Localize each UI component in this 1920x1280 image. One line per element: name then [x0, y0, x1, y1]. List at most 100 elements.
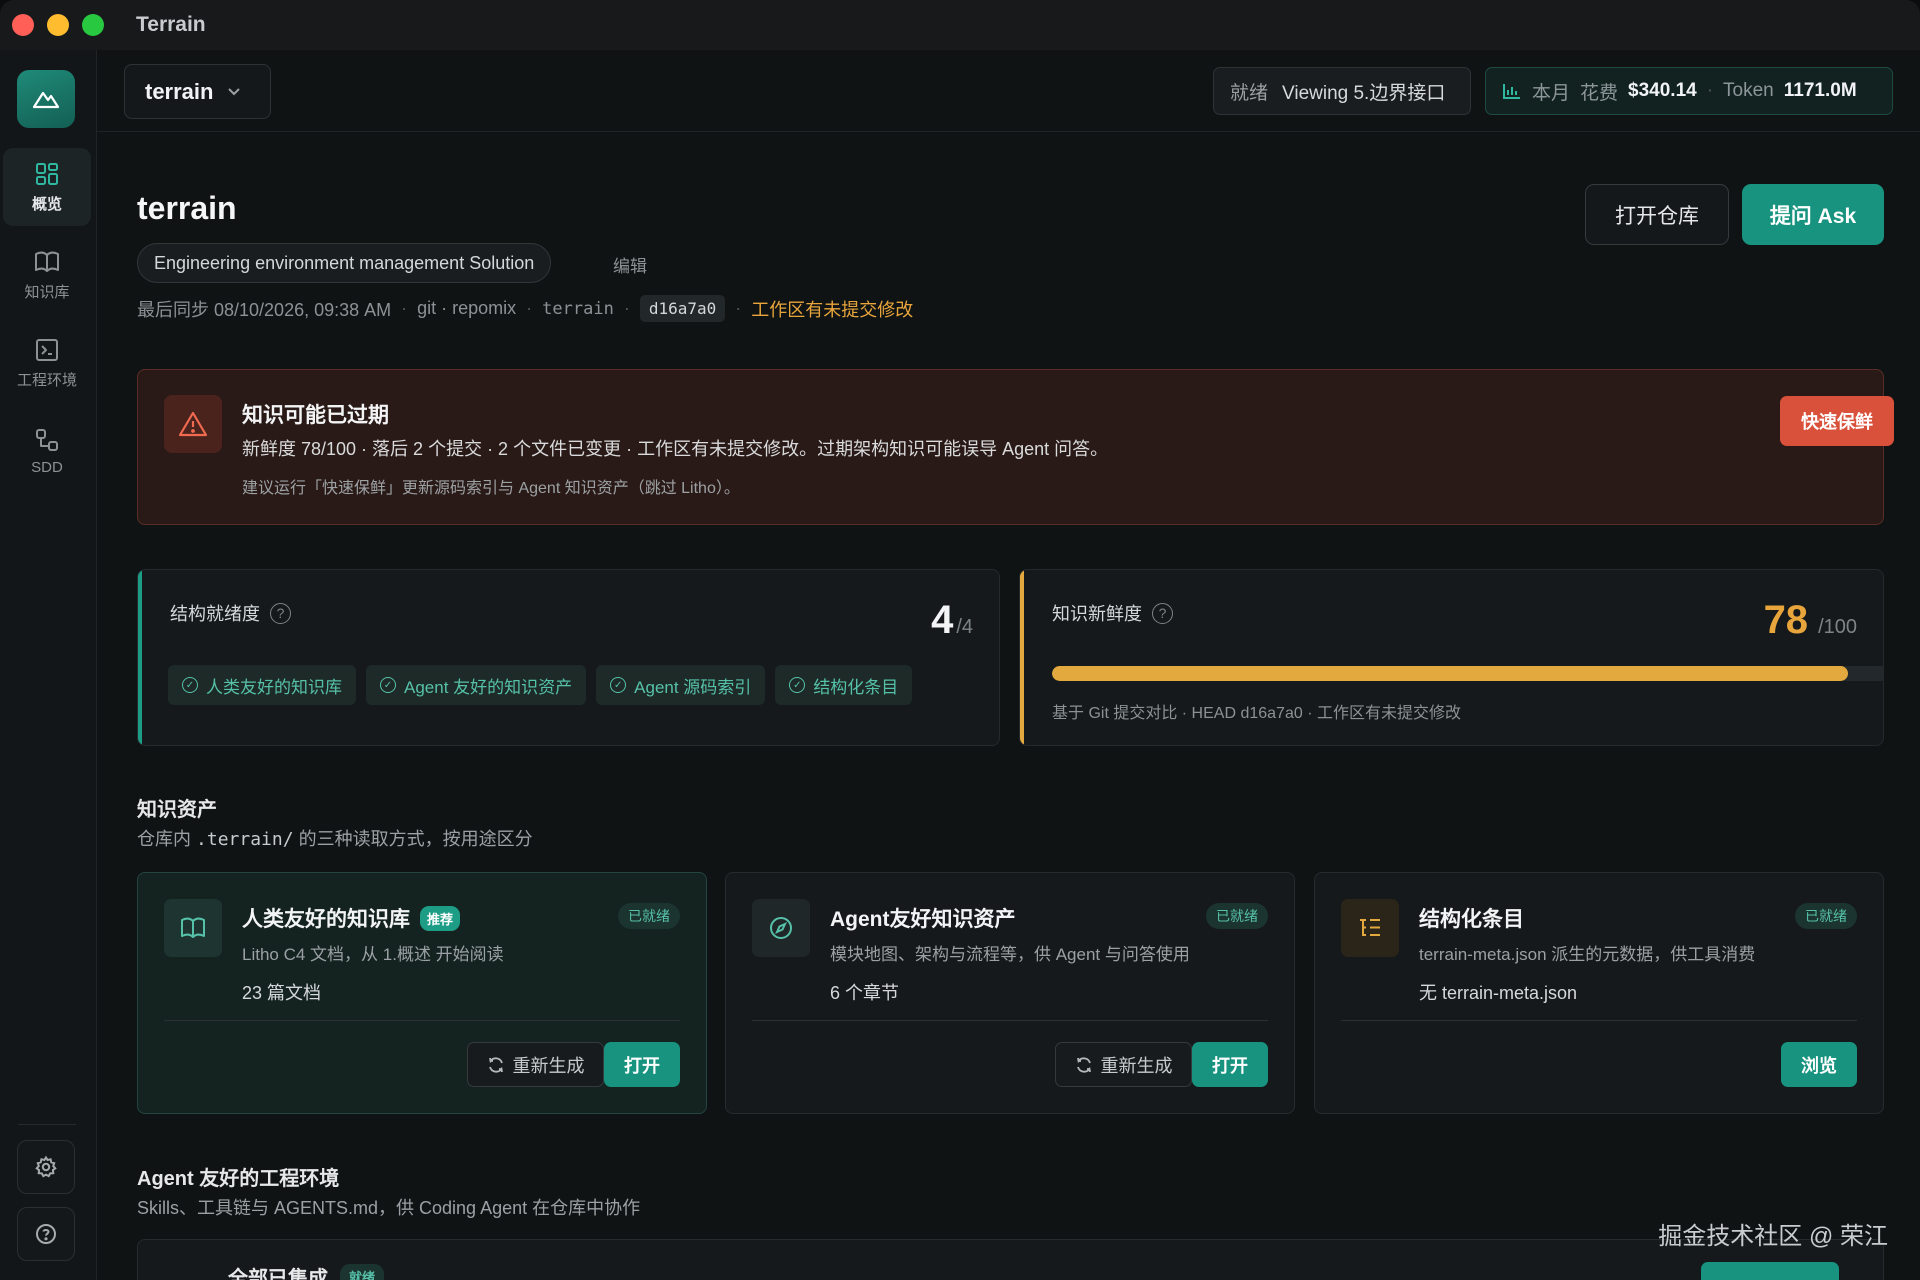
- freshness-total: /100: [1818, 616, 1857, 638]
- cost-summary[interactable]: 本月 花费 $340.14 · Token 1171.0M: [1485, 67, 1893, 115]
- warning-icon: [178, 411, 208, 437]
- status-badge: 已就绪: [618, 903, 680, 929]
- close-window-button[interactable]: [12, 14, 34, 36]
- env-card-title: 全部已集成 就绪: [228, 1262, 385, 1280]
- readiness-chip: ✓ Agent 源码索引: [596, 665, 766, 705]
- project-name: terrain: [145, 78, 214, 104]
- sidebar-item-sdd[interactable]: SDD: [3, 412, 91, 490]
- readiness-total: /4: [956, 616, 973, 638]
- asset-description: terrain-meta.json 派生的元数据，供工具消费: [1419, 945, 1756, 964]
- window-controls: [12, 14, 104, 36]
- window-title: Terrain: [136, 13, 206, 36]
- chevron-down-icon: [228, 88, 241, 96]
- dirty-worktree-warning: 工作区有未提交修改: [751, 299, 914, 320]
- assets-sub-path: .terrain/: [196, 829, 294, 850]
- maximize-window-button[interactable]: [82, 14, 104, 36]
- watermark: 掘金技术社区 @ 荣江: [1658, 1223, 1888, 1250]
- regenerate-label: 重新生成: [512, 1055, 585, 1076]
- sidebar-item-knowledge-base[interactable]: 知识库: [3, 236, 91, 314]
- status-viewing: Viewing 5.边界接口: [1282, 82, 1446, 104]
- help-button[interactable]: [17, 1207, 75, 1261]
- mountain-icon: [32, 91, 60, 109]
- app-window: Terrain 概览 知识库 工程环境 SDD terrain 就绪 Viewi…: [0, 0, 1920, 1280]
- grid-icon: [36, 162, 58, 185]
- main-content: terrain 打开仓库 提问 Ask Engineering environm…: [97, 132, 1920, 1280]
- chip-label: 结构化条目: [813, 677, 899, 697]
- ask-button[interactable]: 提问 Ask: [1742, 184, 1884, 245]
- regenerate-button[interactable]: 重新生成: [1055, 1042, 1192, 1087]
- token-label: Token: [1723, 80, 1774, 101]
- title-bar: Terrain: [0, 0, 1920, 50]
- status-indicator[interactable]: 就绪 Viewing 5.边界接口: [1213, 67, 1471, 115]
- separator: ·: [401, 298, 408, 318]
- separator: ·: [526, 298, 533, 318]
- asset-count: 23 篇文档: [242, 983, 322, 1003]
- open-button[interactable]: 打开: [604, 1042, 680, 1087]
- minimize-window-button[interactable]: [47, 14, 69, 36]
- freshness-label: 知识新鲜度 ?: [1052, 600, 1173, 626]
- freshness-score: 78 /100: [1764, 598, 1857, 643]
- open-repo-button[interactable]: 打开仓库: [1585, 184, 1729, 245]
- browse-button[interactable]: 浏览: [1781, 1042, 1857, 1087]
- help-circle-icon[interactable]: ?: [270, 602, 291, 624]
- chip-label: Agent 源码索引: [634, 677, 752, 697]
- asset-card-human-kb: 人类友好的知识库 推荐 已就绪 Litho C4 文档，从 1.概述 开始阅读 …: [137, 872, 707, 1114]
- cost-spend-value: $340.14: [1628, 80, 1697, 101]
- sidebar-item-engineering-env[interactable]: 工程环境: [3, 324, 91, 402]
- sidebar-divider: [18, 1124, 76, 1125]
- check-circle-icon: ✓: [380, 677, 396, 693]
- branch-name: terrain: [542, 298, 614, 319]
- sidebar-item-overview[interactable]: 概览: [3, 148, 91, 226]
- readiness-label: 结构就绪度 ?: [170, 600, 291, 626]
- status-state: 就绪: [1230, 82, 1269, 104]
- project-selector[interactable]: terrain: [124, 64, 271, 119]
- assets-section-title: 知识资产: [137, 799, 217, 821]
- check-circle-icon: ✓: [610, 677, 627, 693]
- gear-icon: [35, 1155, 57, 1178]
- freshness-card: 知识新鲜度 ? 78 /100 基于 Git 提交对比 · HEAD d16a7…: [1019, 569, 1884, 746]
- settings-button[interactable]: [17, 1140, 75, 1194]
- last-sync: 最后同步 08/10/2026, 09:38 AM: [137, 299, 392, 320]
- freshness-progress-fill: [1052, 666, 1848, 681]
- asset-icon-box: [752, 899, 810, 957]
- terminal-icon: [36, 338, 58, 361]
- sidebar: 概览 知识库 工程环境 SDD: [0, 50, 97, 1280]
- asset-icon-box: [1341, 899, 1399, 957]
- asset-title: 人类友好的知识库 推荐: [242, 903, 461, 933]
- recommended-badge: 推荐: [420, 905, 461, 931]
- env-card-title-text: 全部已集成: [228, 1268, 328, 1280]
- freshness-label-text: 知识新鲜度: [1052, 604, 1142, 624]
- help-icon: [36, 1224, 56, 1244]
- alert-body: 新鲜度 78/100 · 落后 2 个提交 · 2 个文件已变更 · 工作区有未…: [242, 439, 1109, 459]
- flow-icon: [36, 428, 58, 451]
- readiness-card: 结构就绪度 ? 4 /4 ✓ 人类友好的知识库 ✓ Agent 友好的知识资产 ✓ A…: [137, 569, 1000, 746]
- regenerate-button[interactable]: 重新生成: [467, 1042, 604, 1087]
- divider: [164, 1020, 680, 1021]
- help-circle-icon[interactable]: ?: [1152, 602, 1173, 624]
- env-section-title: Agent 友好的工程环境: [137, 1168, 340, 1190]
- page-title: terrain: [137, 190, 237, 226]
- edit-description-link[interactable]: 编辑: [613, 252, 647, 277]
- book-icon: [181, 917, 205, 938]
- env-status-card: 全部已集成 就绪: [137, 1239, 1884, 1280]
- env-section-subtitle: Skills、工具链与 AGENTS.md，供 Coding Agent 在仓库…: [137, 1198, 641, 1218]
- alert-title: 知识可能已过期: [242, 404, 389, 427]
- sidebar-item-label: 工程环境: [16, 371, 77, 389]
- env-action-button[interactable]: [1701, 1262, 1839, 1280]
- app-logo[interactable]: [17, 70, 75, 128]
- readiness-score: 4 /4: [931, 598, 973, 643]
- asset-title: 结构化条目: [1419, 903, 1524, 933]
- asset-card-agent-assets: Agent友好知识资产 已就绪 模块地图、架构与流程等，供 Agent 与问答使…: [725, 872, 1295, 1114]
- card-accent: [138, 570, 142, 745]
- top-bar: terrain 就绪 Viewing 5.边界接口 本月 花费 $340.14 …: [97, 50, 1920, 132]
- sidebar-item-label: 知识库: [24, 283, 70, 301]
- cost-period: 本月: [1532, 82, 1571, 104]
- open-button[interactable]: 打开: [1192, 1042, 1268, 1087]
- refresh-icon: [488, 1056, 503, 1073]
- cost-spend-label: 花费: [1580, 82, 1619, 104]
- quick-refresh-button[interactable]: 快速保鲜: [1780, 396, 1894, 446]
- readiness-label-text: 结构就绪度: [170, 604, 260, 624]
- divider: [752, 1020, 1268, 1021]
- chip-label: Agent 友好的知识资产: [404, 677, 573, 697]
- status-badge: 就绪: [340, 1264, 385, 1280]
